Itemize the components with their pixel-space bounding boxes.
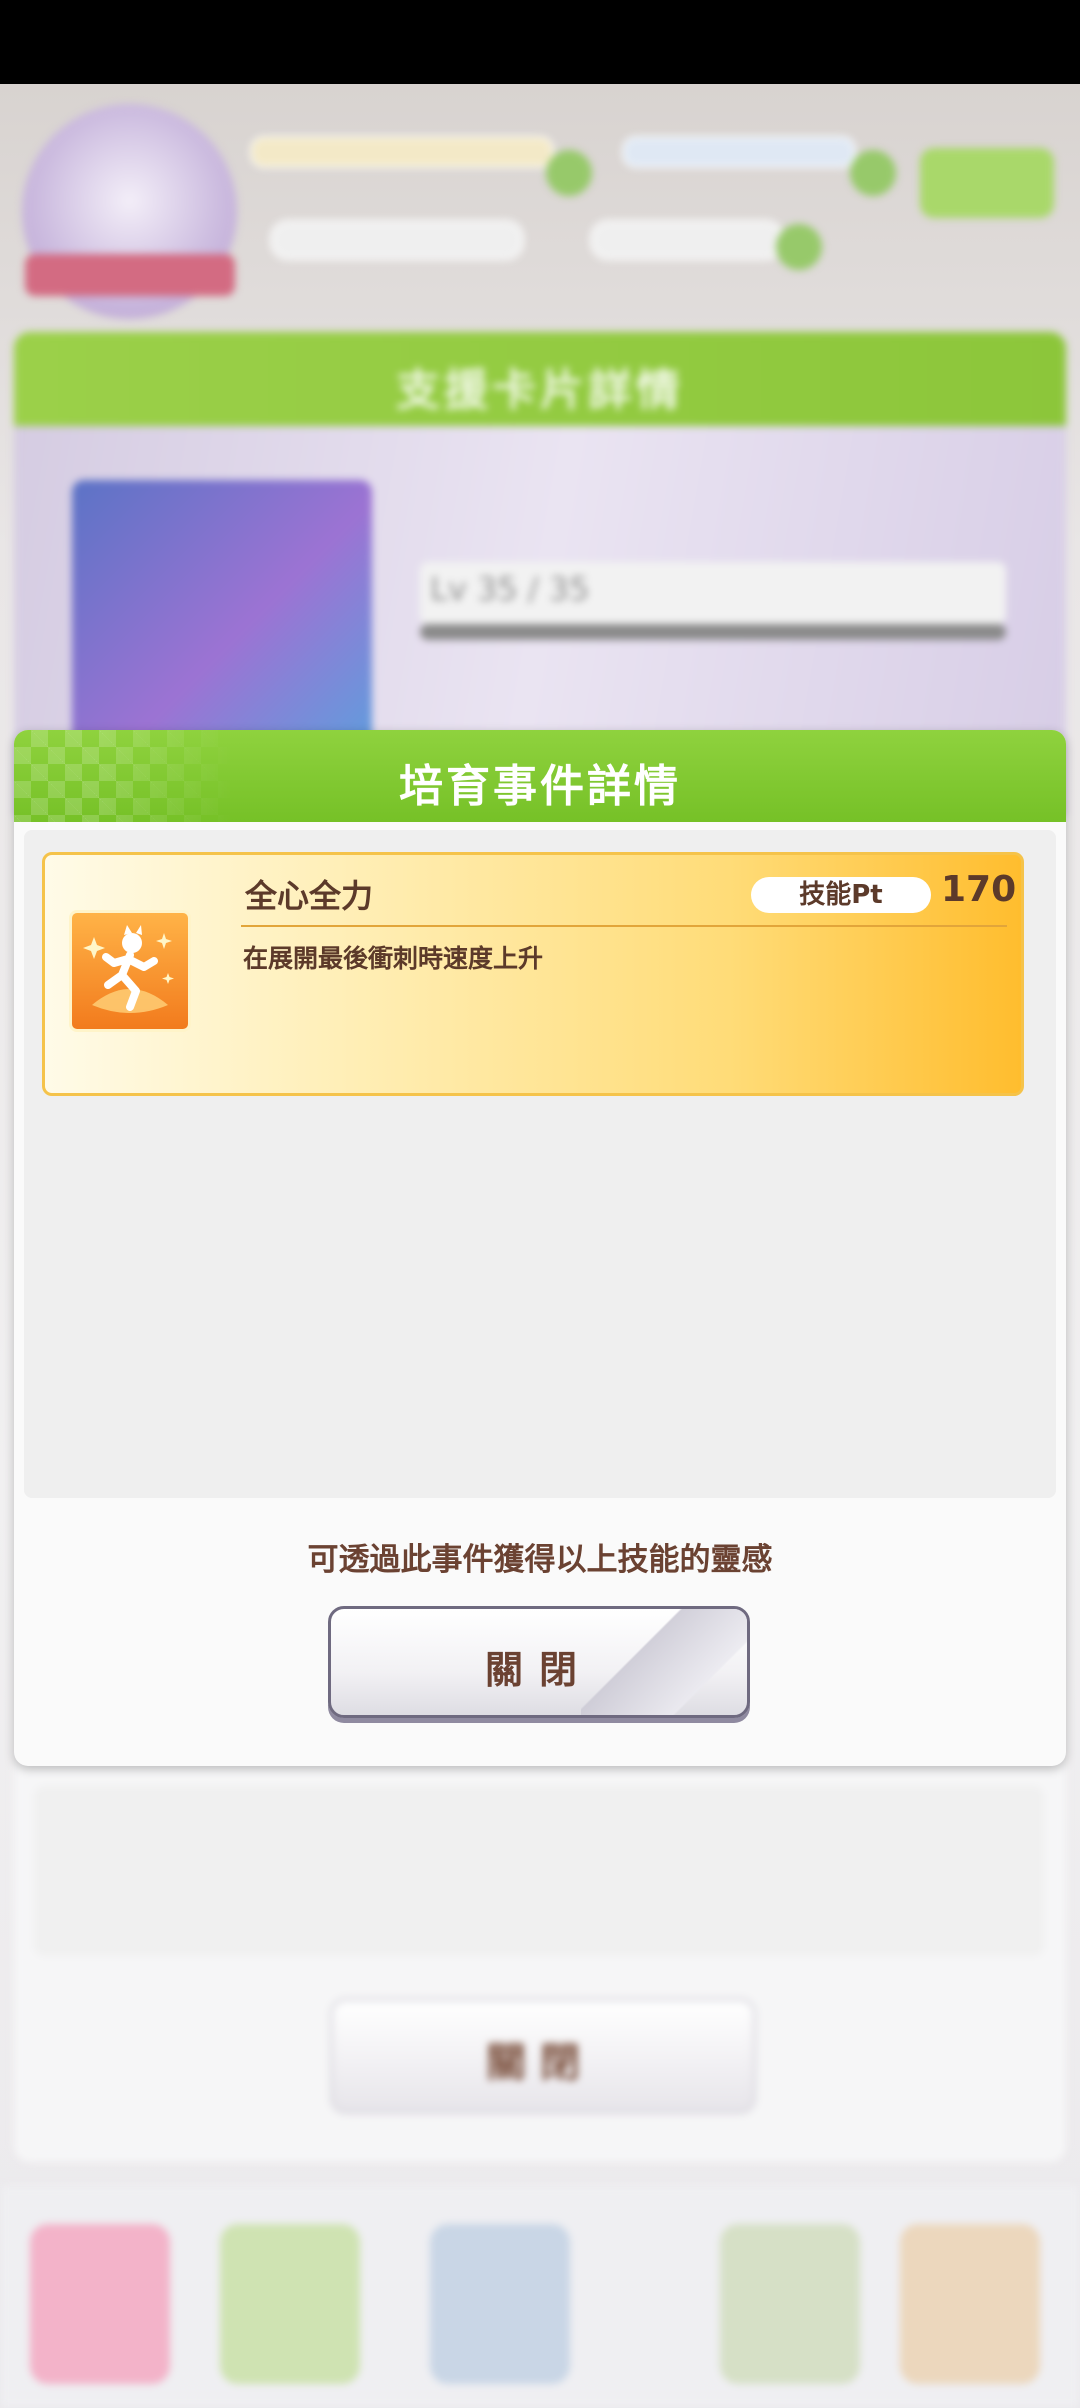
background-nav-item [430, 2224, 570, 2384]
skill-pt-value: 170 [941, 869, 1017, 910]
skill-description: 在展開最後衝刺時速度上升 [243, 944, 544, 973]
modal-title: 培育事件詳情 [399, 761, 681, 812]
background-plus-icon [546, 150, 592, 196]
background-panel-title: 支援卡片詳情 [396, 365, 684, 416]
skill-divider [241, 925, 1007, 927]
background-close-label: 關閉 [486, 2040, 594, 2086]
running-sparkle-icon [69, 910, 191, 1032]
skill-name: 全心全力 [245, 877, 374, 915]
background-plus-icon [776, 224, 822, 270]
modal-header: 培育事件詳情 [14, 730, 1066, 822]
background-plus-icon [850, 150, 896, 196]
background-money-pill [270, 220, 524, 260]
skill-pt-label: 技能Pt [751, 877, 931, 913]
status-bar [0, 0, 1080, 84]
background-level-text: Lv 35 / 35 [430, 570, 590, 608]
modal-note: 可透過此事件獲得以上技能的靈感 [307, 1542, 773, 1578]
close-button-label: 關閉 [484, 1648, 593, 1692]
background-nav-item [720, 2224, 860, 2384]
background-rank-ribbon [25, 254, 235, 296]
background-resource-bar [250, 136, 554, 168]
background-menu-button [920, 148, 1054, 218]
background-jewel-pill [590, 220, 784, 260]
background-nav-item [220, 2224, 360, 2384]
skill-item[interactable]: 全心全力 技能Pt 170 在展開最後衝刺時速度上升 [42, 852, 1024, 1096]
event-detail-modal: 培育事件詳情 全心全力 技能Pt 170 在展開最後衝刺時速度上升 可透過此事件… [14, 730, 1066, 1766]
close-button[interactable]: 關閉 [328, 1606, 750, 1718]
background-level-bar [420, 624, 1006, 640]
background-lower-box [34, 1786, 1044, 1956]
background-resource-bar [622, 136, 856, 168]
background-nav-item [900, 2224, 1040, 2384]
background-nav-item [30, 2224, 170, 2384]
